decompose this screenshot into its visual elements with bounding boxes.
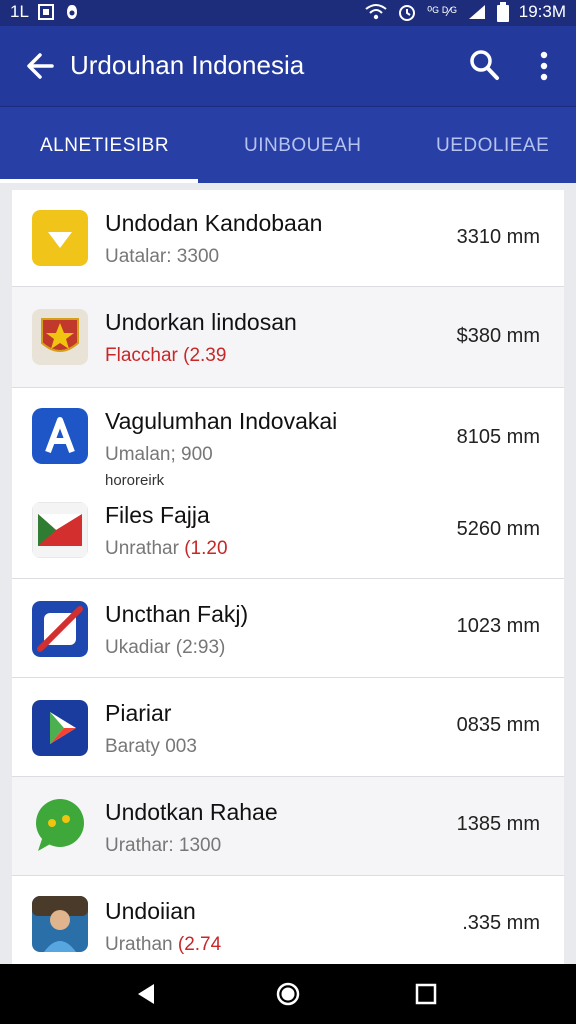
app-size: 3310 mm [456, 226, 540, 248]
app-name: Piariar [105, 700, 172, 726]
app-subtitle: Flacchar (2.39 [105, 345, 226, 367]
arrow-left-icon[interactable] [22, 48, 58, 84]
signal-icon [468, 5, 485, 19]
list-item[interactable]: Uncthan Fakj) Ukadiar (2:93) 1023 mm [12, 579, 564, 678]
app-subtitle: Uatalar: 3300 [105, 246, 219, 268]
app-subtitle-highlight: (1.20 [184, 538, 228, 559]
app-size: .335 mm [462, 912, 540, 934]
app-subtitle-text: Urathan [105, 934, 178, 955]
emblem-icon [32, 309, 88, 365]
app-size: 0835 mm [456, 714, 540, 736]
list-item[interactable]: Undodan Kandobaan Uatalar: 3300 3310 mm [12, 190, 564, 287]
photo-avatar-icon [32, 896, 88, 952]
app-subtitle: Ukadiar (2:93) [105, 637, 225, 659]
app-list: Undodan Kandobaan Uatalar: 3300 3310 mm … [12, 190, 564, 964]
tab-3[interactable]: UEDOLIEAE [436, 135, 549, 157]
nav-recents-icon[interactable] [412, 980, 440, 1008]
nav-home-icon[interactable] [274, 980, 302, 1008]
list-item[interactable]: Undotkan Rahae Urathar: 1300 1385 mm [12, 777, 564, 876]
app-size: 5260 mm [456, 518, 540, 540]
more-vert-icon[interactable] [532, 48, 556, 84]
status-left-text: 1L [10, 2, 29, 21]
list-item[interactable]: Undoiian Urathan (2.74 .335 mm [12, 876, 564, 964]
blocked-icon [32, 601, 88, 657]
list-item[interactable]: Piariar Baraty 003 0835 mm [12, 678, 564, 777]
system-nav-bar [0, 964, 576, 1024]
app-subtitle-text: Urathar: 1300 [105, 835, 222, 856]
app-size: $380 mm [456, 325, 540, 347]
app-name: Undodan Kandobaan [105, 210, 323, 236]
app-subtitle-text: Unrathar [105, 538, 185, 559]
gallery-icon [37, 4, 54, 20]
app-size: 1385 mm [456, 813, 540, 835]
app-size: 8105 mm [456, 426, 540, 448]
play-icon [32, 700, 88, 756]
app-subtitle: Urathar: 1300 [105, 835, 221, 857]
app-name: Files Fajja [105, 502, 210, 528]
alarm-icon [399, 5, 416, 21]
status-bar: 1L ⁰ᴳ ᴰ⁄ᴳ 19:3M [0, 0, 576, 26]
letter-a-icon [32, 408, 88, 464]
app-subtitle-text: Baraty 003 [105, 736, 197, 757]
app-name: Vagulumhan Indovakai [105, 408, 338, 434]
app-extra-label: hororeirk [105, 472, 165, 489]
app-name: Uncthan Fakj) [105, 601, 249, 627]
yellow-download-icon [32, 210, 88, 266]
app-name: Undorkan lindosan [105, 309, 297, 335]
status-right: ⁰ᴳ ᴰ⁄ᴳ 19:3M [365, 2, 566, 22]
chat-bubble-icon [36, 799, 84, 851]
notification-icon [66, 5, 77, 19]
app-name: Undoiian [105, 898, 196, 924]
nav-back-icon[interactable] [132, 980, 160, 1008]
app-subtitle: Umalan; 900 [105, 444, 213, 466]
battery-icon [496, 2, 509, 22]
app-subtitle: Unrathar (1.20 [105, 538, 228, 560]
tab-bar: ALNETIESIBR UINBOUEAH UEDOLIEAE [0, 106, 576, 183]
app-subtitle: Urathan (2.74 [105, 934, 221, 956]
app-name: Undotkan Rahae [105, 799, 278, 825]
app-size: 1023 mm [456, 615, 540, 637]
app-subtitle-text: Uatalar: 3300 [105, 246, 220, 267]
status-time: 19:3M [518, 2, 566, 21]
tab-2[interactable]: UINBOUEAH [244, 135, 361, 157]
search-icon[interactable] [468, 48, 500, 82]
app-subtitle-text: Umalan; 900 [105, 444, 213, 465]
app-subtitle: Baraty 003 [105, 736, 197, 758]
list-item[interactable]: Vagulumhan Indovakai Umalan; 900 hororei… [12, 388, 564, 579]
app-subtitle-highlight: (2.74 [177, 934, 222, 955]
wifi-icon [365, 4, 387, 20]
signal-text: ⁰ᴳ ᴰ⁄ᴳ [427, 4, 457, 19]
status-left: 1L [10, 2, 81, 22]
tab-1[interactable]: ALNETIESIBR [40, 135, 169, 157]
app-subtitle-text: Ukadiar (2:93) [105, 637, 226, 658]
flag-icon [32, 502, 88, 558]
list-item[interactable]: Undorkan lindosan Flacchar (2.39 $380 mm [12, 287, 564, 388]
tab-indicator [0, 179, 198, 183]
app-subtitle-highlight: Flacchar (2.39 [105, 345, 227, 366]
app-bar: Urdouhan Indonesia [0, 26, 576, 106]
page-title: Urdouhan Indonesia [70, 50, 305, 80]
